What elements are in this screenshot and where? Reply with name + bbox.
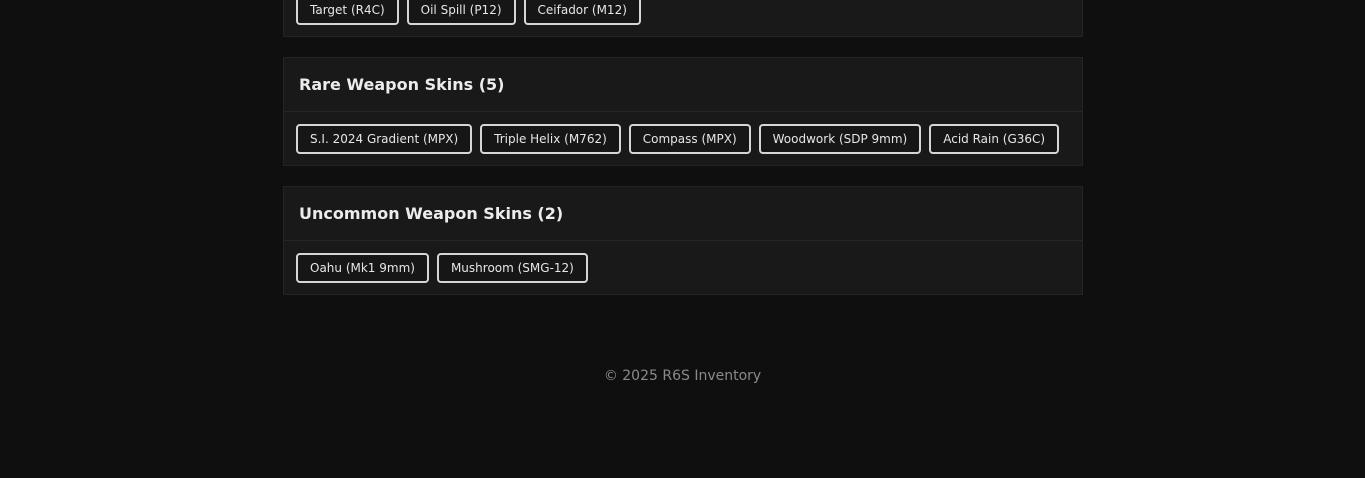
skin-chip[interactable]: Compass (MPX) [628, 124, 751, 154]
skin-chip-list: Target (R4C) Oil Spill (P12) Ceifador (M… [284, 0, 1082, 36]
skin-chip[interactable]: Acid Rain (G36C) [929, 124, 1060, 154]
section-rare-weapon-skins: Rare Weapon Skins (5) S.I. 2024 Gradient… [283, 57, 1083, 166]
skin-chip[interactable]: Target (R4C) [296, 0, 399, 25]
section-previous-skins: Target (R4C) Oil Spill (P12) Ceifador (M… [283, 0, 1083, 37]
footer-copyright: © 2025 R6S Inventory [603, 368, 762, 384]
skin-chip-list: Oahu (Mk1 9mm) Mushroom (SMG-12) [284, 241, 1082, 294]
section-title: Uncommon Weapon Skins (2) [284, 187, 1082, 241]
skin-chip[interactable]: Oahu (Mk1 9mm) [296, 253, 429, 283]
skin-chip[interactable]: Woodwork (SDP 9mm) [758, 124, 922, 154]
skin-chip[interactable]: Triple Helix (M762) [480, 124, 621, 154]
section-title: Rare Weapon Skins (5) [284, 58, 1082, 112]
skin-chip-list: S.I. 2024 Gradient (MPX) Triple Helix (M… [284, 112, 1082, 165]
skin-chip[interactable]: Mushroom (SMG-12) [436, 253, 588, 283]
inventory-list: Target (R4C) Oil Spill (P12) Ceifador (M… [283, 0, 1083, 295]
skin-chip[interactable]: S.I. 2024 Gradient (MPX) [296, 124, 473, 154]
skin-chip[interactable]: Oil Spill (P12) [406, 0, 516, 25]
skin-chip[interactable]: Ceifador (M12) [523, 0, 641, 25]
section-uncommon-weapon-skins: Uncommon Weapon Skins (2) Oahu (Mk1 9mm)… [283, 186, 1083, 295]
